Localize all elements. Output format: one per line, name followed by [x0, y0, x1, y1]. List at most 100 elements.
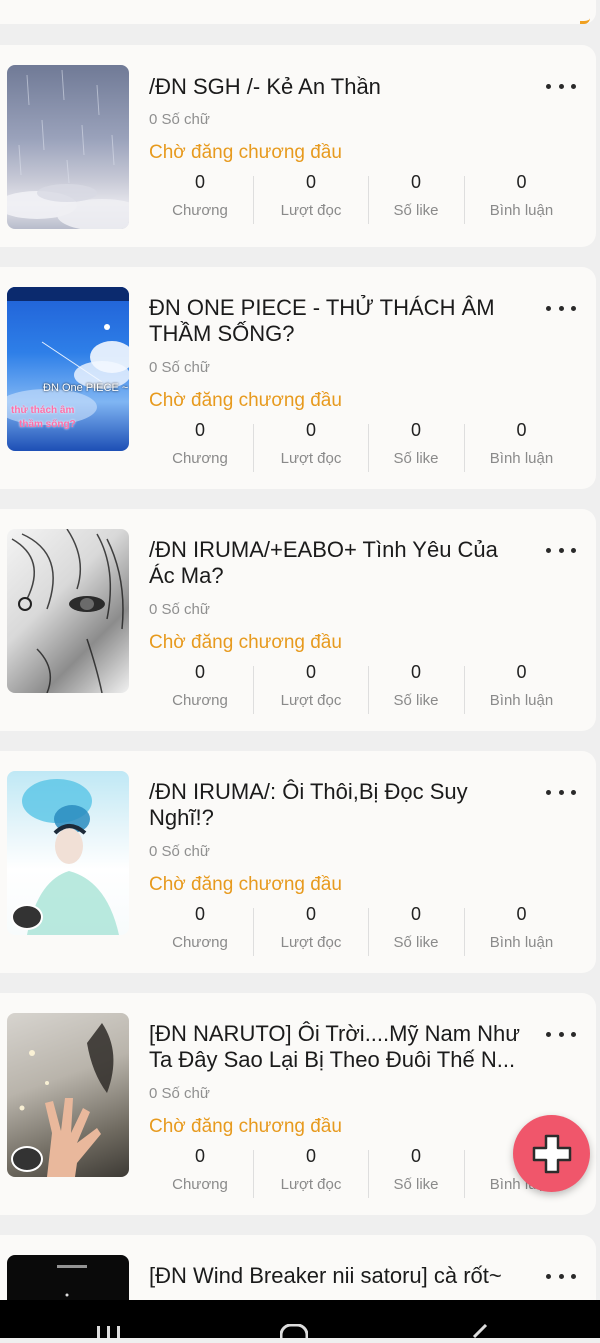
stat-value: 0 [305, 662, 316, 682]
stat-value: 0 [194, 904, 205, 924]
stat-label: Số like [393, 202, 439, 219]
more-dots-icon[interactable] [546, 1032, 576, 1038]
stat-chapters: 0 Chương [148, 902, 252, 956]
story-title[interactable]: [ĐN NARUTO] Ôi Trời....Mỹ Nam Như Ta Đây… [149, 1021, 529, 1073]
system-navigation-bar [0, 1300, 600, 1343]
story-card[interactable]: [ĐN NARUTO] Ôi Trời....Mỹ Nam Như Ta Đây… [0, 993, 596, 1215]
stat-label: Bình luận [489, 202, 554, 219]
more-dots-icon[interactable] [546, 306, 576, 312]
story-title[interactable]: /ĐN SGH /- Kẻ An Thần [149, 74, 529, 100]
word-count: 0 Số chữ [149, 601, 210, 618]
stat-label: Lượt đọc [280, 692, 342, 709]
stat-label: Lượt đọc [280, 1176, 342, 1193]
plus-icon [532, 1134, 571, 1173]
stat-value: 0 [516, 420, 527, 440]
stat-comments: 0 Bình luận [465, 170, 578, 224]
stat-value: 0 [194, 662, 205, 682]
status-text: Chờ đăng chương đầu [149, 874, 342, 895]
stat-label: Lượt đọc [280, 202, 342, 219]
stat-reads: 0 Lượt đọc [254, 902, 368, 956]
more-dots-icon[interactable] [546, 1274, 576, 1280]
more-dots-icon[interactable] [546, 790, 576, 796]
stat-reads: 0 Lượt đọc [254, 660, 368, 714]
story-title[interactable]: /ĐN IRUMA/+EABO+ Tình Yêu Của Ác Ma? [149, 537, 529, 589]
stat-label: Số like [393, 692, 439, 709]
chat-bubble-icon [11, 1146, 43, 1172]
stat-value: 0 [305, 1146, 316, 1166]
home-icon[interactable] [279, 1323, 309, 1343]
story-title[interactable]: /ĐN IRUMA/: Ôi Thôi,Bị Đọc Suy Nghĩ!? [149, 779, 529, 831]
stat-value: 0 [410, 1146, 421, 1166]
story-cover-image[interactable] [7, 1013, 129, 1177]
cover-caption: thầm sống? [19, 419, 76, 430]
story-card[interactable]: ĐN One PIECE ~ thử thách âm thầm sống? Đ… [0, 267, 596, 489]
story-card[interactable]: /ĐN SGH /- Kẻ An Thần 0 Số chữ Chờ đăng … [0, 45, 596, 247]
stat-value: 0 [194, 420, 205, 440]
stat-value: 0 [410, 420, 421, 440]
stat-likes: 0 Số like [369, 660, 463, 714]
stat-label: Bình luận [489, 692, 554, 709]
previous-card-edge [0, 0, 596, 24]
stat-value: 0 [194, 1146, 205, 1166]
cover-caption: thử thách âm [11, 405, 75, 416]
accent-mark [580, 13, 590, 24]
stat-label: Chương [172, 692, 228, 709]
status-text: Chờ đăng chương đầu [149, 632, 342, 653]
stat-label: Bình luận [489, 934, 554, 951]
stat-value: 0 [305, 904, 316, 924]
stat-label: Số like [393, 450, 439, 467]
stat-value: 0 [410, 172, 421, 192]
stat-likes: 0 Số like [369, 1144, 463, 1198]
story-cover-image[interactable]: ĐN One PIECE ~ thử thách âm thầm sống? [7, 287, 129, 451]
story-stats: 0 Chương 0 Lượt đọc 0 Số like 0 Bình luận [148, 418, 568, 472]
story-card[interactable]: /ĐN IRUMA/: Ôi Thôi,Bị Đọc Suy Nghĩ!? 0 … [0, 751, 596, 973]
word-count: 0 Số chữ [149, 1085, 210, 1102]
status-text: Chờ đăng chương đầu [149, 142, 342, 163]
rain-cover-art [7, 69, 129, 229]
stat-label: Chương [172, 202, 228, 219]
add-story-button[interactable] [513, 1115, 590, 1192]
stat-label: Chương [172, 1176, 228, 1193]
story-title[interactable]: ĐN ONE PIECE - THỬ THÁCH ÂM THẦM SỐNG? [149, 295, 529, 347]
cover-caption: ĐN One PIECE ~ [43, 382, 129, 394]
stat-value: 0 [410, 904, 421, 924]
stat-chapters: 0 Chương [148, 170, 252, 224]
stat-chapters: 0 Chương [148, 1144, 252, 1198]
sketch-cover-art [11, 529, 124, 693]
stat-label: Lượt đọc [280, 450, 342, 467]
stat-comments: 0 Bình luận [465, 660, 578, 714]
stat-label: Chương [172, 934, 228, 951]
story-cover-image[interactable] [7, 771, 129, 935]
stat-label: Lượt đọc [280, 934, 342, 951]
stat-comments: 0 Bình luận [465, 418, 578, 472]
stat-label: Chương [172, 450, 228, 467]
story-stats: 0Chương 0Lượt đọc 0Số like 0Bình luận [148, 1144, 568, 1198]
stat-likes: 0 Số like [369, 418, 463, 472]
story-cover-image[interactable] [7, 65, 129, 229]
stat-reads: 0 Lượt đọc [254, 1144, 368, 1198]
more-dots-icon[interactable] [546, 84, 576, 90]
stat-label: Số like [393, 1176, 439, 1193]
story-card[interactable]: /ĐN IRUMA/+EABO+ Tình Yêu Của Ác Ma? 0 S… [0, 509, 596, 731]
status-text: Chờ đăng chương đầu [149, 1116, 342, 1137]
more-dots-icon[interactable] [546, 548, 576, 554]
recent-apps-icon[interactable] [96, 1324, 122, 1343]
stat-reads: 0 Lượt đọc [254, 170, 368, 224]
stat-value: 0 [194, 172, 205, 192]
stat-label: Bình luận [489, 450, 554, 467]
stat-value: 0 [516, 662, 527, 682]
stat-likes: 0 Số like [369, 170, 463, 224]
stat-chapters: 0 Chương [148, 660, 252, 714]
story-cover-image[interactable] [7, 529, 129, 693]
word-count: 0 Số chữ [149, 359, 210, 376]
story-stats: 0 Chương 0 Lượt đọc 0 Số like 0 Bình luận [148, 170, 568, 224]
stat-comments: 0 Bình luận [465, 902, 578, 956]
chat-bubble-icon [11, 904, 43, 930]
stat-likes: 0 Số like [369, 902, 463, 956]
stat-value: 0 [305, 172, 316, 192]
stat-value: 0 [410, 662, 421, 682]
story-title[interactable]: [ĐN Wind Breaker nii satoru] cà rốt~ [149, 1263, 529, 1289]
back-icon[interactable] [470, 1323, 490, 1343]
status-text: Chờ đăng chương đầu [149, 390, 342, 411]
stat-value: 0 [516, 172, 527, 192]
